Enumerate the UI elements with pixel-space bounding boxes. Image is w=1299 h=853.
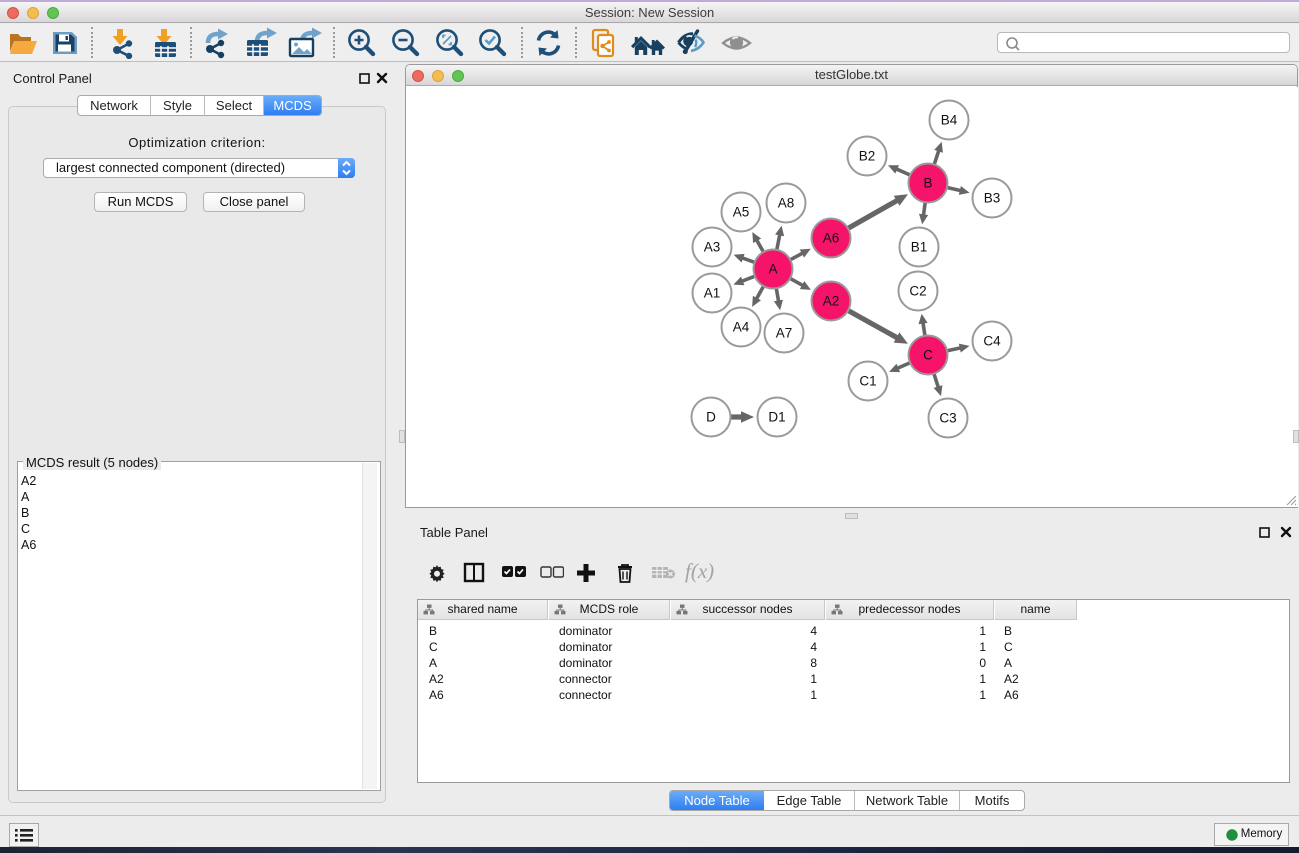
svg-text:D1: D1 — [768, 410, 785, 425]
svg-text:A4: A4 — [733, 320, 750, 335]
svg-text:A2: A2 — [823, 294, 840, 309]
svg-text:B4: B4 — [941, 113, 958, 128]
svg-text:B2: B2 — [859, 149, 876, 164]
svg-text:C2: C2 — [909, 284, 926, 299]
svg-text:B1: B1 — [911, 240, 928, 255]
svg-text:C1: C1 — [859, 374, 876, 389]
svg-text:B: B — [923, 176, 932, 191]
svg-text:A5: A5 — [733, 205, 750, 220]
svg-text:A3: A3 — [704, 240, 721, 255]
svg-text:A1: A1 — [704, 286, 721, 301]
svg-text:C4: C4 — [983, 334, 1001, 349]
svg-text:D: D — [706, 410, 716, 425]
svg-text:A8: A8 — [778, 196, 795, 211]
svg-text:A: A — [768, 262, 777, 277]
svg-text:B3: B3 — [984, 191, 1001, 206]
svg-text:C3: C3 — [939, 411, 956, 426]
svg-text:A6: A6 — [823, 231, 840, 246]
svg-text:A7: A7 — [776, 326, 793, 341]
svg-text:C: C — [923, 348, 933, 363]
